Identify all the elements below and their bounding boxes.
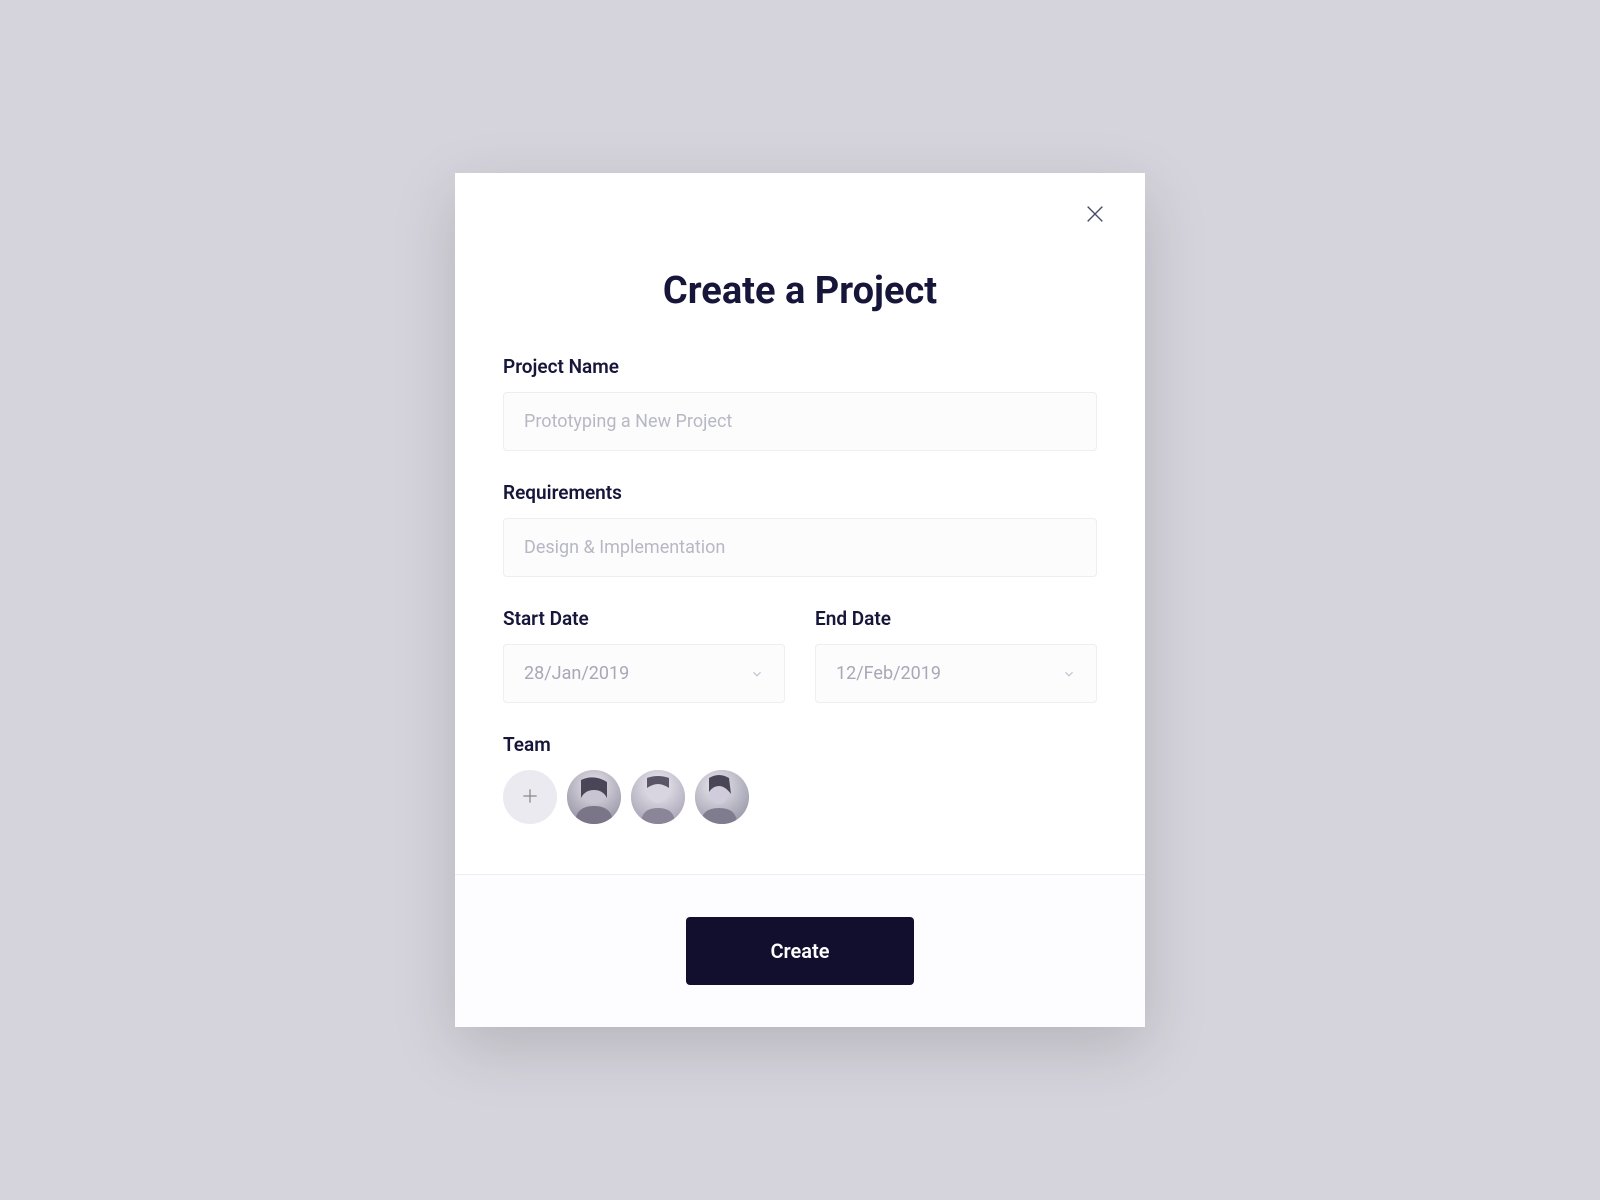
dates-field-group: Start Date 28/Jan/2019 End Date 12/Feb/2…	[503, 607, 1097, 703]
modal-body: Project Name Requirements Start Date 28/…	[455, 355, 1145, 874]
end-date-label: End Date	[815, 607, 1097, 630]
modal-footer: Create	[455, 874, 1145, 1027]
create-project-modal: Create a Project Project Name Requiremen…	[455, 173, 1145, 1027]
project-name-input[interactable]	[503, 392, 1097, 451]
requirements-field-group: Requirements	[503, 481, 1097, 577]
start-date-col: Start Date 28/Jan/2019	[503, 607, 785, 703]
close-icon	[1084, 203, 1106, 228]
requirements-label: Requirements	[503, 481, 1097, 504]
modal-title: Create a Project	[503, 269, 1097, 313]
modal-header: Create a Project	[455, 173, 1145, 355]
create-button[interactable]: Create	[686, 917, 913, 985]
end-date-value: 12/Feb/2019	[836, 663, 941, 684]
avatar[interactable]	[567, 770, 621, 824]
avatar[interactable]	[631, 770, 685, 824]
end-date-col: End Date 12/Feb/2019	[815, 607, 1097, 703]
chevron-down-icon	[750, 667, 764, 681]
team-field-group: Team	[503, 733, 1097, 824]
date-row: Start Date 28/Jan/2019 End Date 12/Feb/2…	[503, 607, 1097, 703]
start-date-value: 28/Jan/2019	[524, 663, 629, 684]
add-team-member-button[interactable]	[503, 770, 557, 824]
plus-icon	[520, 786, 540, 809]
end-date-select[interactable]: 12/Feb/2019	[815, 644, 1097, 703]
team-label: Team	[503, 733, 1097, 756]
start-date-select[interactable]: 28/Jan/2019	[503, 644, 785, 703]
avatar[interactable]	[695, 770, 749, 824]
project-name-label: Project Name	[503, 355, 1097, 378]
chevron-down-icon	[1062, 667, 1076, 681]
close-button[interactable]	[1081, 201, 1109, 229]
start-date-label: Start Date	[503, 607, 785, 630]
team-row	[503, 770, 1097, 824]
requirements-input[interactable]	[503, 518, 1097, 577]
project-name-field-group: Project Name	[503, 355, 1097, 451]
